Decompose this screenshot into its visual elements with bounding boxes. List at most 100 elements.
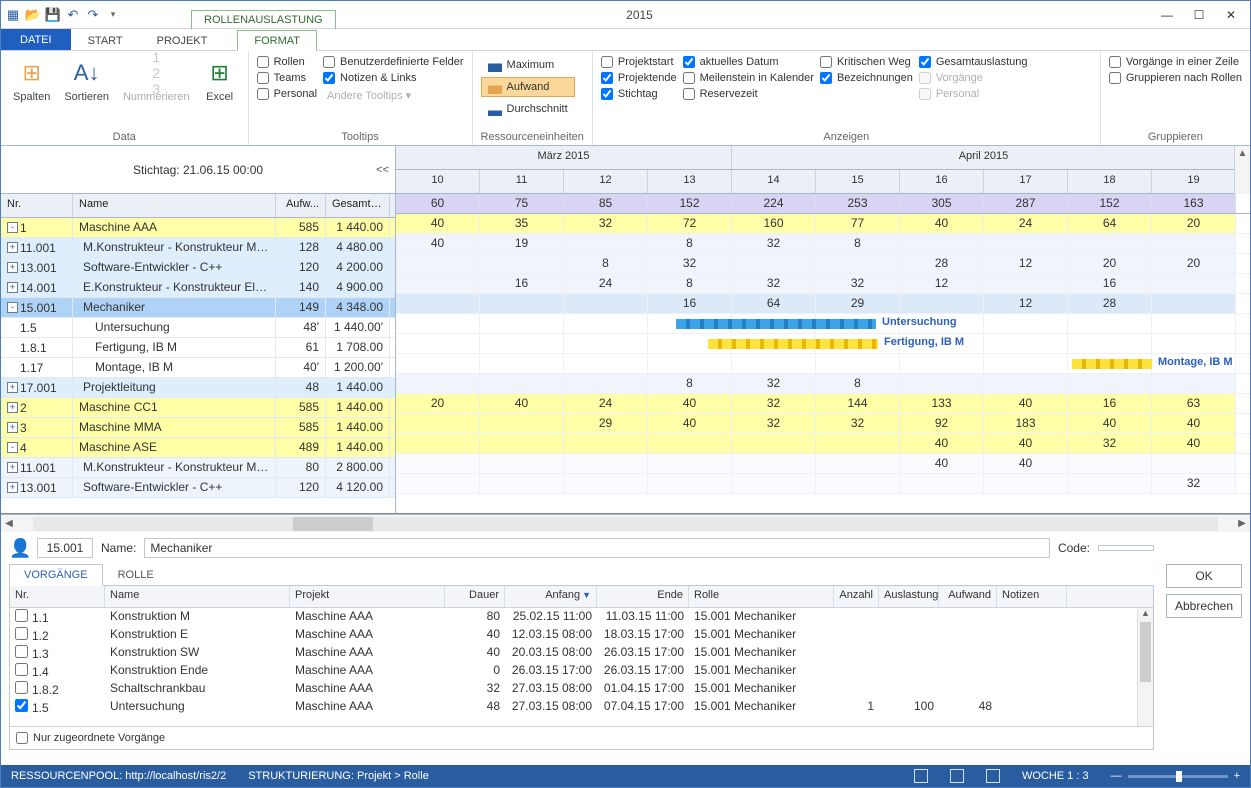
table-row[interactable]: +13.001Software-Entwickler - C++1204 120…	[1, 478, 395, 498]
table-row[interactable]: +13.001Software-Entwickler - C++1204 200…	[1, 258, 395, 278]
sh-auslastung[interactable]: Auslastung	[879, 586, 939, 607]
ok-button[interactable]: OK	[1166, 564, 1242, 588]
maximize-button[interactable]: ☐	[1190, 6, 1208, 24]
btn-maximum[interactable]: Maximum	[481, 55, 575, 75]
tab-vorgaenge[interactable]: VORGÄNGE	[9, 564, 103, 586]
minimize-button[interactable]: —	[1158, 6, 1176, 24]
table-row[interactable]: +11.001M.Konstrukteur - Konstrukteur Me.…	[1, 238, 395, 258]
hdr-ges[interactable]: Gesamtko...	[326, 194, 390, 217]
nummerieren-button[interactable]: 123Nummerieren	[119, 55, 194, 105]
chk-gruppieren-rollen[interactable]: Gruppieren nach Rollen	[1109, 71, 1242, 85]
sh-nr[interactable]: Nr.	[10, 586, 105, 607]
view-icon-3[interactable]	[986, 769, 1000, 783]
table-row[interactable]: +2Maschine CC15851 440.00	[1, 398, 395, 418]
sh-name[interactable]: Name	[105, 586, 290, 607]
row-checkbox[interactable]	[15, 609, 28, 622]
expand-toggle[interactable]: +	[7, 382, 18, 393]
chk-personal[interactable]: Personal	[257, 87, 317, 101]
scroll-up-icon[interactable]: ▲	[1234, 146, 1250, 194]
chk-benutzerdef[interactable]: Benutzerdefinierte Felder	[323, 55, 464, 69]
chk-projektende[interactable]: Projektende	[601, 71, 677, 85]
table-row[interactable]: -15.001Mechaniker1494 348.00	[1, 298, 395, 318]
chk-stichtag[interactable]: Stichtag	[601, 87, 677, 101]
h-scrollbar[interactable]: ◀ ▶	[1, 514, 1250, 532]
expand-toggle[interactable]: -	[7, 222, 18, 233]
hdr-name[interactable]: Name	[73, 194, 276, 217]
table-row[interactable]: 1.8.1Fertigung, IB M611 708.00	[1, 338, 395, 358]
save-icon[interactable]: 💾	[45, 7, 61, 23]
expand-toggle[interactable]: +	[7, 482, 18, 493]
tab-projekt[interactable]: PROJEKT	[140, 30, 225, 50]
expand-toggle[interactable]: +	[7, 422, 18, 433]
sh-aufwand[interactable]: Aufwand	[939, 586, 997, 607]
table-row[interactable]: +14.001E.Konstrukteur - Konstrukteur Ele…	[1, 278, 395, 298]
list-item[interactable]: 1.8.2SchaltschrankbauMaschine AAA3227.03…	[10, 680, 1153, 698]
cancel-button[interactable]: Abbrechen	[1166, 594, 1242, 618]
chk-nur-zugeordnet[interactable]: Nur zugeordnete Vorgänge	[16, 731, 1147, 745]
sh-proj[interactable]: Projekt	[290, 586, 445, 607]
row-checkbox[interactable]	[15, 627, 28, 640]
btn-aufwand[interactable]: Aufwand	[481, 77, 575, 97]
redo-icon[interactable]: ↷	[85, 7, 101, 23]
chk-aktuelles-datum[interactable]: aktuelles Datum	[683, 55, 814, 69]
scroll-left-icon[interactable]: ◀	[1, 518, 17, 529]
chk-reservezeit[interactable]: Reservezeit	[683, 87, 814, 101]
hdr-aufw[interactable]: Aufw...	[276, 194, 326, 217]
tab-format[interactable]: FORMAT	[237, 30, 317, 51]
expand-toggle[interactable]: -	[7, 302, 18, 313]
expand-toggle[interactable]: +	[7, 262, 18, 273]
row-checkbox[interactable]	[15, 645, 28, 658]
sh-anzahl[interactable]: Anzahl	[834, 586, 879, 607]
close-button[interactable]: ✕	[1222, 6, 1240, 24]
row-checkbox[interactable]	[15, 699, 28, 712]
expand-toggle[interactable]: +	[7, 282, 18, 293]
zoom-out-button[interactable]: —	[1111, 770, 1122, 782]
sh-anfang[interactable]: Anfang▼	[505, 586, 597, 607]
undo-icon[interactable]: ↶	[65, 7, 81, 23]
qat-more-icon[interactable]: ▾	[105, 7, 121, 23]
sortieren-button[interactable]: A↓Sortieren	[60, 55, 113, 105]
chk-meilenstein[interactable]: Meilenstein in Kalender	[683, 71, 814, 85]
view-icon-1[interactable]	[914, 769, 928, 783]
list-item[interactable]: 1.4Konstruktion EndeMaschine AAA026.03.1…	[10, 662, 1153, 680]
spalten-button[interactable]: ⊞Spalten	[9, 55, 54, 105]
hdr-nr[interactable]: Nr.	[1, 194, 73, 217]
sh-rolle[interactable]: Rolle	[689, 586, 834, 607]
scroll-thumb[interactable]	[293, 517, 373, 531]
tab-start[interactable]: START	[71, 30, 140, 50]
scroll-right-icon[interactable]: ▶	[1234, 518, 1250, 529]
gantt-bar[interactable]	[1072, 359, 1152, 369]
table-row[interactable]: -4Maschine ASE4891 440.00	[1, 438, 395, 458]
expand-toggle[interactable]: +	[7, 242, 18, 253]
zoom-slider[interactable]	[1128, 775, 1228, 778]
expand-toggle[interactable]: +	[7, 462, 18, 473]
open-icon[interactable]: 📂	[25, 7, 41, 23]
table-row[interactable]: 1.5Untersuchung48'1 440.00'	[1, 318, 395, 338]
zoom-in-button[interactable]: +	[1234, 770, 1240, 782]
row-checkbox[interactable]	[15, 681, 28, 694]
sh-dauer[interactable]: Dauer	[445, 586, 505, 607]
sh-ende[interactable]: Ende	[597, 586, 689, 607]
table-row[interactable]: -1Maschine AAA5851 440.00	[1, 218, 395, 238]
row-checkbox[interactable]	[15, 663, 28, 676]
list-item[interactable]: 1.5UntersuchungMaschine AAA4827.03.15 08…	[10, 698, 1153, 716]
gantt-bar[interactable]	[676, 319, 876, 329]
btn-durchschnitt[interactable]: Durchschnitt	[481, 99, 575, 119]
chk-projektstart[interactable]: Projektstart	[601, 55, 677, 69]
chk-gesamtauslastung[interactable]: Gesamtauslastung	[919, 55, 1028, 69]
chk-teams[interactable]: Teams	[257, 71, 317, 85]
table-row[interactable]: +11.001M.Konstrukteur - Konstrukteur Me.…	[1, 458, 395, 478]
list-item[interactable]: 1.2Konstruktion EMaschine AAA4012.03.15 …	[10, 626, 1153, 644]
table-row[interactable]: 1.17Montage, IB M40'1 200.00'	[1, 358, 395, 378]
subgrid-vscroll[interactable]: ▲	[1137, 608, 1153, 726]
view-icon-2[interactable]	[950, 769, 964, 783]
chk-kritischer-weg[interactable]: Kritischen Weg	[820, 55, 913, 69]
chk-notizen[interactable]: Notizen & Links	[323, 71, 464, 85]
detail-nr[interactable]: 15.001	[37, 538, 93, 558]
tab-rolle[interactable]: ROLLE	[103, 564, 169, 585]
sh-notizen[interactable]: Notizen	[997, 586, 1067, 607]
detail-code-input[interactable]	[1098, 545, 1154, 551]
table-row[interactable]: +3Maschine MMA5851 440.00	[1, 418, 395, 438]
chk-vg-einer-zeile[interactable]: Vorgänge in einer Zeile	[1109, 55, 1242, 69]
collapse-left-icon[interactable]: <<	[376, 164, 389, 176]
